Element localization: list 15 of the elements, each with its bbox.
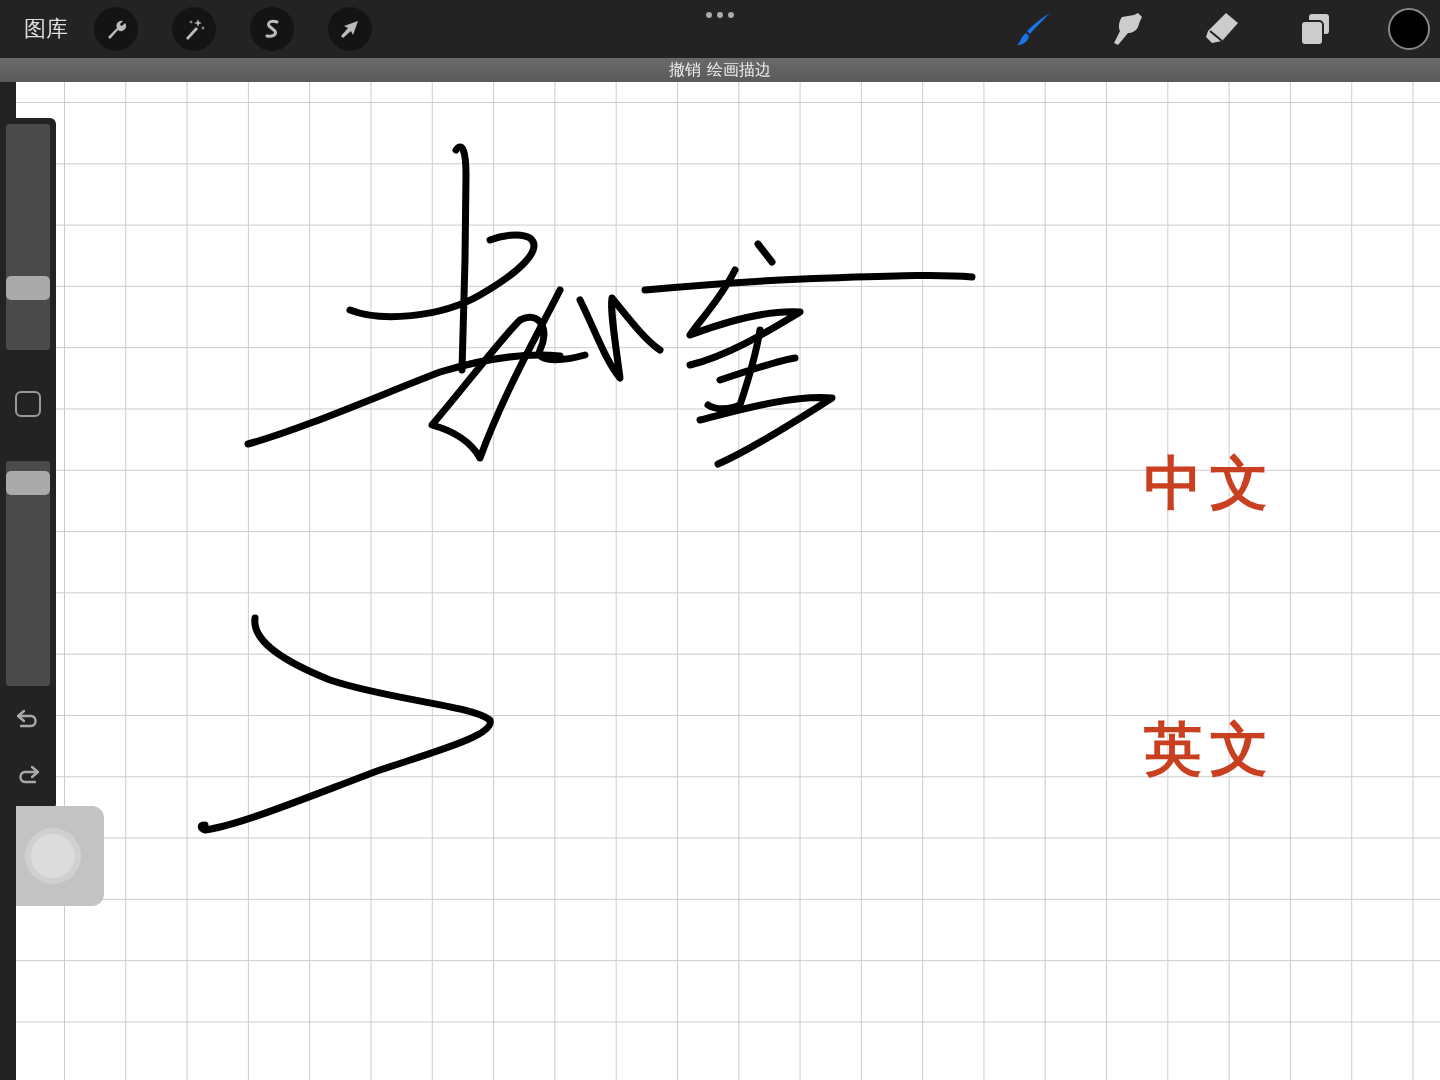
brush-size-slider[interactable] [6,124,50,350]
wrench-button[interactable] [94,7,138,51]
slider-thumb[interactable] [6,471,50,496]
slider-thumb[interactable] [6,275,50,300]
more-icon[interactable] [706,12,734,18]
undo-message: 撤销 绘画描边 [669,59,771,81]
opacity-slider[interactable] [6,461,50,686]
canvas-label: 中文 [1144,450,1276,516]
arrow-button[interactable] [328,7,372,51]
wand-button[interactable] [172,7,216,51]
gallery-link[interactable]: 图库 [24,14,68,44]
canvas-label: 英文 [1144,716,1276,782]
color-swatch[interactable] [1388,8,1430,50]
eyedropper-square-icon[interactable] [15,391,41,417]
selection-button[interactable] [250,7,294,51]
